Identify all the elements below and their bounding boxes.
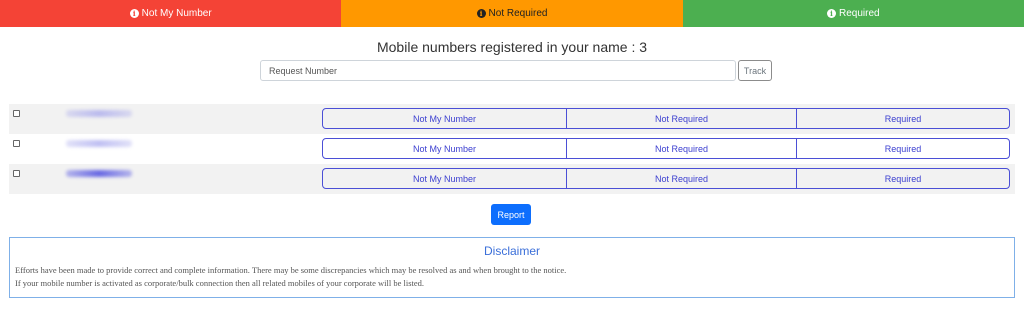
legend-label: Not My Number — [141, 8, 212, 19]
status-legend: i Not My Number i Not Required i Require… — [0, 0, 1024, 27]
not-my-number-button[interactable]: Not My Number — [323, 109, 566, 128]
required-button[interactable]: Required — [796, 169, 1009, 188]
disclaimer-text: Efforts have been made to provide correc… — [15, 265, 567, 275]
track-button[interactable]: Track — [738, 60, 772, 81]
not-my-number-button[interactable]: Not My Number — [323, 139, 566, 158]
status-button-group: Not My Number Not Required Required — [322, 108, 1010, 129]
disclaimer-box: Disclaimer Efforts have been made to pro… — [9, 237, 1015, 298]
info-icon: i — [129, 9, 139, 18]
legend-not-my-number: i Not My Number — [0, 0, 342, 27]
disclaimer-text: If your mobile number is activated as co… — [15, 278, 425, 288]
row-checkbox[interactable] — [13, 110, 20, 117]
status-button-group: Not My Number Not Required Required — [322, 168, 1010, 189]
disclaimer-title: Disclaimer — [483, 244, 540, 258]
not-required-button[interactable]: Not Required — [566, 169, 796, 188]
info-icon: i — [827, 9, 837, 18]
masked-number — [66, 110, 132, 117]
masked-number — [66, 170, 132, 177]
report-button[interactable]: Report — [491, 204, 531, 225]
not-required-button[interactable]: Not Required — [566, 109, 796, 128]
row-checkbox[interactable] — [13, 140, 20, 147]
request-number-input[interactable] — [260, 60, 736, 81]
info-icon: i — [476, 9, 486, 18]
legend-not-required: i Not Required — [341, 0, 683, 27]
not-required-button[interactable]: Not Required — [566, 139, 796, 158]
not-my-number-button[interactable]: Not My Number — [323, 169, 566, 188]
number-row: Not My Number Not Required Required — [9, 104, 1015, 134]
number-row: Not My Number Not Required Required — [9, 134, 1015, 164]
search-bar: Track — [260, 60, 772, 81]
numbers-list: Not My Number Not Required Required Not … — [9, 104, 1015, 194]
legend-required: i Required — [682, 0, 1024, 27]
status-button-group: Not My Number Not Required Required — [322, 138, 1010, 159]
masked-number — [66, 140, 132, 147]
required-button[interactable]: Required — [796, 109, 1009, 128]
required-button[interactable]: Required — [796, 139, 1009, 158]
page-title: Mobile numbers registered in your name :… — [376, 39, 648, 55]
row-checkbox[interactable] — [13, 170, 20, 177]
legend-label: Required — [839, 8, 880, 19]
number-row: Not My Number Not Required Required — [9, 164, 1015, 194]
legend-label: Not Required — [488, 8, 548, 19]
